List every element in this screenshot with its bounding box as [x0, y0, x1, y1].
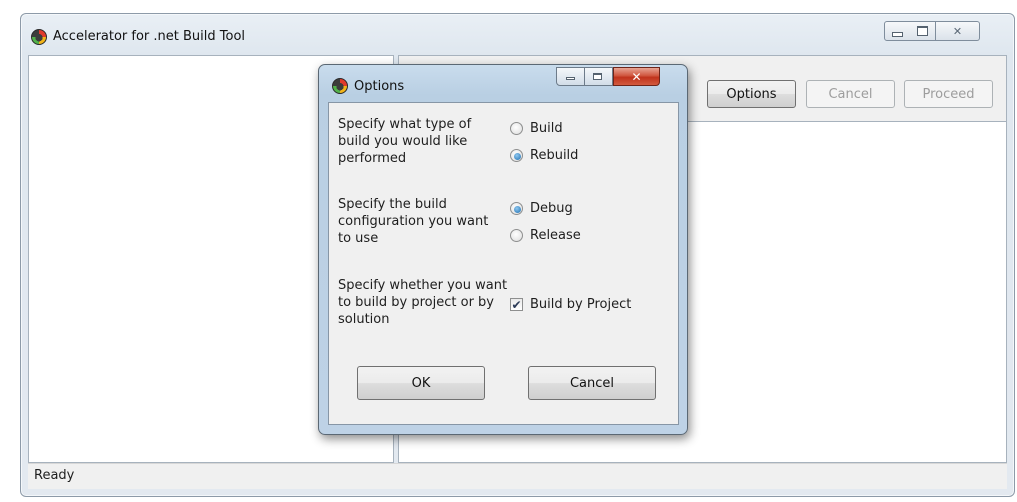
release-radio-label[interactable]: Release: [530, 227, 581, 244]
configuration-description: Specify the build configuration you want…: [338, 197, 489, 246]
maximize-button[interactable]: [910, 21, 936, 41]
build-by-project-checkbox[interactable]: ✔: [510, 298, 523, 311]
cancel-button[interactable]: Cancel: [806, 80, 895, 108]
release-radio[interactable]: [510, 229, 523, 242]
build-type-description: Specify what type of build you would lik…: [338, 117, 472, 166]
status-bar: Ready: [28, 463, 1007, 489]
window-title: Accelerator for .net Build Tool: [53, 29, 246, 44]
maximize-icon: [593, 73, 602, 80]
dialog-title: Options: [354, 79, 405, 94]
minimize-icon: [892, 31, 903, 37]
dialog-maximize-button[interactable]: [585, 67, 613, 86]
debug-radio-label[interactable]: Debug: [530, 200, 573, 217]
maximize-icon: [917, 26, 928, 36]
build-radio-label[interactable]: Build: [530, 120, 563, 137]
minimize-button[interactable]: [884, 21, 911, 41]
ok-button[interactable]: OK: [357, 366, 485, 400]
debug-radio[interactable]: [510, 202, 523, 215]
checkmark-icon: ✔: [511, 297, 522, 312]
rebuild-radio-label[interactable]: Rebuild: [530, 147, 578, 164]
minimize-icon: [566, 77, 575, 80]
close-icon: ✕: [631, 69, 642, 84]
build-radio[interactable]: [510, 122, 523, 135]
proceed-button[interactable]: Proceed: [904, 80, 993, 108]
status-text: Ready: [34, 468, 75, 483]
app-logo-icon: [332, 78, 348, 94]
close-button[interactable]: ✕: [936, 21, 980, 41]
dialog-close-button[interactable]: ✕: [613, 67, 660, 86]
build-by-description: Specify whether you want to build by pro…: [338, 278, 508, 327]
options-button[interactable]: Options: [707, 80, 796, 108]
rebuild-radio[interactable]: [510, 149, 523, 162]
dialog-minimize-button[interactable]: [556, 67, 585, 86]
close-icon: ✕: [952, 24, 963, 38]
app-logo-icon: [31, 29, 47, 45]
build-by-project-label[interactable]: Build by Project: [530, 296, 631, 313]
dialog-cancel-button[interactable]: Cancel: [528, 366, 656, 400]
